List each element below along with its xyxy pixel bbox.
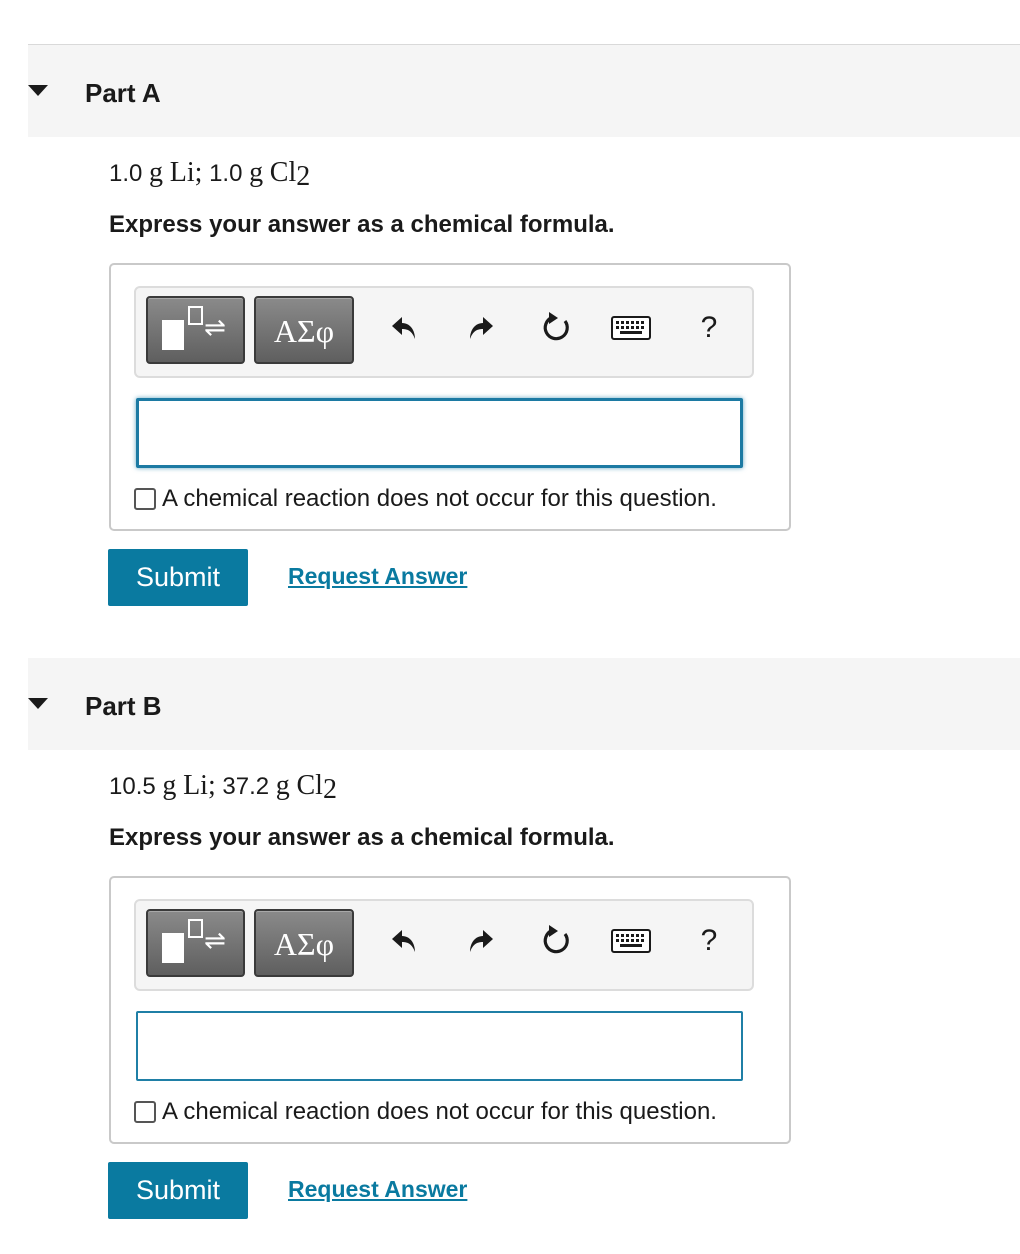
answer-input[interactable] — [136, 398, 743, 468]
mass-value: 1.0 — [109, 160, 143, 187]
help-button[interactable]: ? — [691, 911, 727, 971]
redo-icon — [470, 317, 493, 339]
given-quantities: 1.0 g Li; 1.0 g Cl2 — [109, 157, 310, 193]
instruction-text: Express your answer as a chemical formul… — [109, 824, 615, 851]
templates-button[interactable]: ⇌ — [146, 296, 245, 364]
instruction-text: Express your answer as a chemical formul… — [109, 211, 615, 238]
mass-unit: g — [149, 157, 164, 188]
caret-down-icon[interactable] — [28, 85, 48, 96]
subscript: 2 — [322, 774, 337, 805]
part-title: Part A — [85, 78, 161, 108]
element-symbol: Cl — [269, 157, 297, 188]
checkbox-label: A chemical reaction does not occur for t… — [162, 1098, 717, 1125]
answer-box: ⇌ ΑΣφ ? A chemical reaction does not occ… — [109, 263, 791, 531]
element-symbol: Li — [169, 157, 195, 188]
no-reaction-checkbox[interactable] — [134, 488, 156, 510]
answer-box: ⇌ ΑΣφ ? A chemical reaction does not occ… — [109, 876, 791, 1144]
keyboard-button[interactable] — [606, 298, 656, 358]
checkbox-label: A chemical reaction does not occur for t… — [162, 485, 717, 512]
no-reaction-checkbox[interactable] — [134, 1101, 156, 1123]
separator: ; — [194, 157, 203, 188]
redo-button[interactable] — [461, 911, 501, 971]
element-symbol: Li — [183, 770, 208, 801]
reset-icon — [543, 312, 569, 341]
submit-button[interactable]: Submit — [108, 549, 248, 606]
no-reaction-option[interactable]: A chemical reaction does not occur for t… — [134, 485, 717, 513]
separator: ; — [207, 770, 216, 801]
math-toolbar: ⇌ ΑΣφ ? — [134, 899, 754, 991]
keyboard-button[interactable] — [606, 911, 656, 971]
help-button[interactable]: ? — [691, 298, 727, 358]
reset-button[interactable] — [536, 911, 578, 971]
part-a-header[interactable] — [28, 45, 1020, 137]
help-icon: ? — [700, 924, 718, 957]
redo-button[interactable] — [461, 298, 501, 358]
greek-label: ΑΣφ — [273, 313, 335, 349]
greek-label: ΑΣφ — [273, 926, 335, 962]
keyboard-icon — [611, 929, 651, 953]
math-toolbar: ⇌ ΑΣφ ? — [134, 286, 754, 378]
part-title: Part B — [85, 691, 162, 721]
keyboard-icon — [611, 316, 651, 340]
given-quantities: 10.5 g Li; 37.2 g Cl2 — [109, 770, 337, 806]
help-icon: ? — [700, 311, 718, 344]
mass-unit: g — [249, 157, 264, 188]
part-b-header[interactable] — [28, 658, 1020, 750]
redo-icon — [470, 930, 493, 952]
greek-symbols-button[interactable]: ΑΣφ — [254, 909, 354, 977]
undo-button[interactable] — [384, 911, 424, 971]
mass-value: 10.5 — [109, 773, 156, 800]
element-symbol: Cl — [296, 770, 323, 801]
greek-symbols-button[interactable]: ΑΣφ — [254, 296, 354, 364]
request-answer-link[interactable]: Request Answer — [288, 563, 467, 590]
undo-icon — [392, 930, 415, 952]
undo-button[interactable] — [384, 298, 424, 358]
reset-button[interactable] — [536, 298, 578, 358]
templates-button[interactable]: ⇌ — [146, 909, 245, 977]
undo-icon — [392, 317, 415, 339]
mass-unit: g — [275, 770, 290, 801]
answer-input[interactable] — [136, 1011, 743, 1081]
submit-button[interactable]: Submit — [108, 1162, 248, 1219]
subscript: 2 — [296, 161, 311, 192]
no-reaction-option[interactable]: A chemical reaction does not occur for t… — [134, 1098, 717, 1126]
mass-value: 1.0 — [209, 160, 243, 187]
caret-down-icon[interactable] — [28, 698, 48, 709]
reset-icon — [543, 925, 569, 954]
request-answer-link[interactable]: Request Answer — [288, 1176, 467, 1203]
mass-value: 37.2 — [222, 773, 270, 800]
mass-unit: g — [162, 770, 177, 801]
